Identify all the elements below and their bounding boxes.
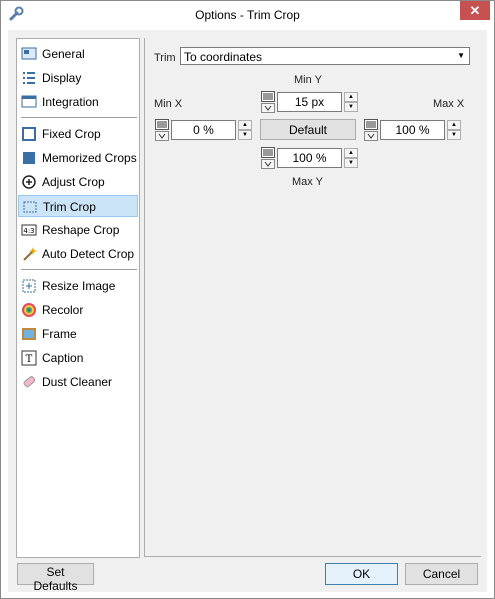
sidebar-item-label: Fixed Crop <box>42 127 101 141</box>
sidebar-item-label: Frame <box>42 327 77 341</box>
window-title: Options - Trim Crop <box>195 8 300 22</box>
general-icon <box>21 47 37 60</box>
sidebar-item-auto-detect-crop[interactable]: Auto Detect Crop <box>18 243 138 265</box>
min-x-input[interactable]: 0 % <box>171 120 236 140</box>
edge-picker-icon[interactable] <box>261 91 275 113</box>
sidebar-item-display[interactable]: Display <box>18 67 138 89</box>
sidebar-item-label: Adjust Crop <box>42 175 105 189</box>
spin-up-icon[interactable]: ▲ <box>344 92 358 102</box>
edge-picker-icon[interactable] <box>155 119 169 141</box>
min-y-label: Min Y <box>294 74 322 86</box>
spin-up-icon[interactable]: ▲ <box>447 120 461 130</box>
sidebar-item-memorized-crops[interactable]: Memorized Crops <box>18 147 138 169</box>
sidebar-item-dust-cleaner[interactable]: Dust Cleaner <box>18 371 138 393</box>
resize-image-icon <box>22 279 36 293</box>
sidebar-item-label: Display <box>42 71 82 85</box>
dialog-body: General Display Integration Fixed Crop Memor… <box>8 30 487 593</box>
max-y-arrows[interactable]: ▲ ▼ <box>344 148 358 168</box>
cancel-button[interactable]: Cancel <box>405 563 478 585</box>
sidebar-item-adjust-crop[interactable]: Adjust Crop <box>18 171 138 193</box>
min-y-arrows[interactable]: ▲ ▼ <box>344 92 358 112</box>
svg-text:T: T <box>26 354 33 365</box>
edge-picker-icon[interactable] <box>364 119 378 141</box>
trim-crop-panel: Trim To coordinates ▼ Min Y Min X Max X … <box>144 38 481 557</box>
trim-mode-select[interactable]: To coordinates ▼ <box>180 47 470 65</box>
sidebar-item-label: Auto Detect Crop <box>42 247 135 261</box>
display-icon <box>23 72 35 84</box>
min-y-input[interactable]: 15 px <box>277 92 342 112</box>
sidebar-item-frame[interactable]: Frame <box>18 323 138 345</box>
sidebar-divider <box>21 117 137 118</box>
svg-text:4:3: 4:3 <box>23 227 34 235</box>
trim-mode-value: To coordinates <box>184 50 263 64</box>
auto-detect-crop-icon <box>23 247 37 261</box>
sidebar-item-caption[interactable]: T Caption <box>18 347 138 369</box>
sidebar-item-fixed-crop[interactable]: Fixed Crop <box>18 123 138 145</box>
sidebar-item-label: Trim Crop <box>43 200 96 214</box>
max-x-arrows[interactable]: ▲ ▼ <box>447 120 461 140</box>
recolor-icon <box>22 303 36 317</box>
min-y-spinner: 15 px ▲ ▼ <box>261 91 361 113</box>
sidebar-divider <box>21 269 137 270</box>
sidebar-item-label: Integration <box>42 95 99 109</box>
max-x-label: Max X <box>433 98 465 110</box>
max-y-label: Max Y <box>292 176 323 188</box>
title-bar: Options - Trim Crop ✕ <box>1 1 494 29</box>
sidebar-item-reshape-crop[interactable]: 4:3 Reshape Crop <box>18 219 138 241</box>
max-y-input[interactable]: 100 % <box>277 148 342 168</box>
spin-down-icon[interactable]: ▼ <box>344 102 358 112</box>
sidebar-item-general[interactable]: General <box>18 43 138 65</box>
min-x-arrows[interactable]: ▲ ▼ <box>238 120 252 140</box>
min-x-spinner: 0 % ▲ ▼ <box>155 119 255 141</box>
sidebar-item-label: General <box>42 47 85 61</box>
trim-label: Trim <box>154 52 176 64</box>
reshape-crop-icon: 4:3 <box>21 224 37 236</box>
set-defaults-button[interactable]: Set Defaults <box>17 563 94 593</box>
spin-up-icon[interactable]: ▲ <box>344 148 358 158</box>
close-button[interactable]: ✕ <box>460 1 490 20</box>
integration-icon <box>21 95 37 108</box>
sidebar-item-label: Dust Cleaner <box>42 375 113 389</box>
min-x-label: Min X <box>154 98 183 110</box>
sidebar-item-recolor[interactable]: Recolor <box>18 299 138 321</box>
adjust-crop-icon <box>22 175 36 189</box>
options-dialog: Options - Trim Crop ✕ General Display Inte… <box>0 0 495 599</box>
trim-crop-icon <box>23 201 37 213</box>
default-button[interactable]: Default <box>260 119 356 140</box>
ok-button[interactable]: OK <box>325 563 398 585</box>
spin-down-icon[interactable]: ▼ <box>447 130 461 140</box>
chevron-down-icon: ▼ <box>457 51 465 60</box>
category-list: General Display Integration Fixed Crop Memor… <box>16 38 140 558</box>
spin-up-icon[interactable]: ▲ <box>238 120 252 130</box>
sidebar-item-label: Reshape Crop <box>42 223 120 237</box>
memorized-crops-icon <box>23 152 35 164</box>
fixed-crop-icon <box>22 127 36 141</box>
spin-down-icon[interactable]: ▼ <box>344 158 358 168</box>
max-x-input[interactable]: 100 % <box>380 120 445 140</box>
sidebar-item-label: Caption <box>42 351 84 365</box>
frame-icon <box>22 328 36 340</box>
sidebar-item-resize-image[interactable]: Resize Image <box>18 275 138 297</box>
sidebar-item-label: Resize Image <box>42 279 116 293</box>
max-y-spinner: 100 % ▲ ▼ <box>261 147 361 169</box>
sidebar-item-label: Recolor <box>42 303 84 317</box>
dust-cleaner-icon <box>23 376 36 388</box>
sidebar-item-label: Memorized Crops <box>42 151 137 165</box>
spin-down-icon[interactable]: ▼ <box>238 130 252 140</box>
sidebar-item-integration[interactable]: Integration <box>18 91 138 113</box>
sidebar-item-trim-crop[interactable]: Trim Crop <box>18 195 138 217</box>
edge-picker-icon[interactable] <box>261 147 275 169</box>
max-x-spinner: 100 % ▲ ▼ <box>364 119 464 141</box>
caption-icon: T <box>21 350 37 366</box>
